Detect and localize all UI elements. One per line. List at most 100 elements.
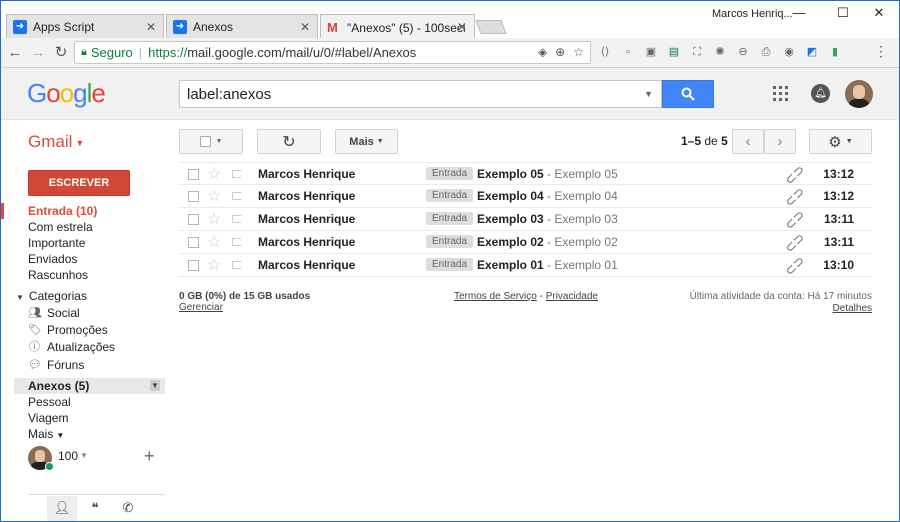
star-icon[interactable]: ☆ — [207, 255, 221, 275]
new-tab-button[interactable] — [475, 20, 507, 34]
zoom-icon[interactable]: ⊕ — [555, 45, 565, 59]
screenshot-icon[interactable]: ⛶ — [690, 45, 704, 59]
message-subject: Exemplo 01 - Exemplo 01 — [477, 258, 618, 272]
search-button[interactable] — [662, 80, 714, 108]
table-row[interactable]: ☆ Marcos Henrique Entrada Exemplo 03 - E… — [179, 207, 872, 233]
sidebar-item-important[interactable]: Importante — [28, 236, 85, 250]
table-row[interactable]: ☆ Marcos Henrique Entrada Exemplo 02 - E… — [179, 230, 872, 256]
importance-marker-icon[interactable] — [232, 261, 244, 269]
forward-arrow-icon[interactable]: → — [29, 44, 47, 62]
lock-icon: 🔒︎ — [81, 46, 87, 58]
terms-link[interactable]: Termos de Serviço — [454, 291, 537, 302]
importance-marker-icon[interactable] — [232, 192, 244, 200]
extension-icon[interactable]: ▣ — [644, 45, 658, 59]
sidebar-item-personal[interactable]: Pessoal — [28, 395, 71, 409]
sidebar-item-travel[interactable]: Viagem — [28, 411, 68, 425]
hangouts-chat-icon[interactable]: ❝ — [80, 496, 110, 522]
compose-button[interactable]: ESCREVER — [28, 170, 130, 196]
sidebar-categories[interactable]: ▼ Categorias — [16, 289, 87, 303]
star-icon[interactable]: ☆ — [207, 186, 221, 206]
tab-apps-script[interactable]: ➜ Apps Script ✕ — [6, 14, 164, 39]
details-link[interactable]: Detalhes — [833, 303, 872, 314]
extension-icon[interactable]: ⊖ — [736, 45, 750, 59]
sidebar-item-sent[interactable]: Enviados — [28, 252, 77, 266]
minimize-icon[interactable]: — — [784, 5, 814, 20]
notifications-bell-icon[interactable]: 🔔︎ — [811, 84, 830, 103]
message-label[interactable]: Entrada — [426, 212, 474, 225]
star-icon[interactable]: ☆ — [207, 232, 221, 252]
code-icon[interactable]: ⟨⟩ — [598, 45, 612, 59]
star-icon[interactable]: ☆ — [207, 164, 221, 184]
manage-link[interactable]: Gerenciar — [179, 302, 223, 313]
message-label[interactable]: Entrada — [426, 235, 474, 248]
message-sender: Marcos Henrique — [258, 212, 356, 226]
tab-gmail[interactable]: M "Anexos" (5) - 100securit ✕ — [320, 14, 475, 40]
extension-icon[interactable]: ◩ — [805, 45, 819, 59]
more-button[interactable]: Mais ▼ — [335, 129, 398, 154]
sheet-icon[interactable]: ▤ — [667, 45, 681, 59]
extension-icon[interactable]: ▫ — [621, 45, 635, 59]
sidebar-item-starred[interactable]: Com estrela — [28, 220, 93, 234]
settings-button[interactable]: ⚙ ▼ — [809, 129, 872, 154]
table-row[interactable]: ☆ Marcos Henrique Entrada Exemplo 05 - E… — [179, 162, 872, 188]
message-label[interactable]: Entrada — [426, 189, 474, 202]
checkbox[interactable] — [188, 260, 199, 271]
pdf-icon[interactable]: ⎙ — [759, 45, 773, 59]
table-row[interactable]: ☆ Marcos Henrique Entrada Exemplo 04 - E… — [179, 184, 872, 210]
close-window-icon[interactable]: ✕ — [864, 5, 894, 21]
message-label[interactable]: Entrada — [426, 167, 474, 180]
refresh-button[interactable]: ↻ — [257, 129, 321, 154]
checkbox-icon — [199, 136, 211, 147]
checkbox[interactable] — [188, 214, 199, 225]
separator: | — [138, 45, 143, 60]
select-all-button[interactable]: ▼ — [179, 129, 243, 154]
checkbox[interactable] — [188, 237, 199, 248]
bookmark-star-icon[interactable]: ☆ — [573, 45, 584, 59]
close-icon[interactable]: ✕ — [300, 20, 310, 34]
checkbox[interactable] — [188, 191, 199, 202]
window-user[interactable]: Marcos Henriq... — [712, 8, 793, 20]
search-input[interactable]: label:anexos ▼ — [179, 80, 662, 108]
checkbox[interactable] — [188, 169, 199, 180]
extension-icon[interactable]: ✺ — [713, 45, 727, 59]
label-menu-caret-icon[interactable]: ▼ — [150, 380, 160, 391]
sidebar-item-forums[interactable]: 💬︎ Fóruns — [28, 358, 84, 372]
sidebar-item-more[interactable]: Mais ▼ — [28, 427, 64, 441]
importance-marker-icon[interactable] — [232, 215, 244, 223]
importance-marker-icon[interactable] — [232, 238, 244, 246]
sidebar-item-social[interactable]: 👥︎ Social — [28, 306, 80, 320]
table-row[interactable]: ☆ Marcos Henrique Entrada Exemplo 01 - E… — [179, 253, 872, 279]
importance-marker-icon[interactable] — [232, 170, 244, 178]
hangouts-name[interactable]: 100 — [58, 449, 78, 463]
contacts-person-icon[interactable]: 👤︎ — [47, 496, 77, 522]
close-icon[interactable]: ✕ — [457, 20, 467, 34]
next-page-button[interactable]: › — [764, 129, 796, 154]
back-arrow-icon[interactable]: ← — [6, 44, 24, 62]
sidebar-item-promotions[interactable]: 🏷︎ Promoções — [28, 323, 108, 337]
privacy-link[interactable]: Privacidade — [546, 291, 598, 302]
message-label[interactable]: Entrada — [426, 258, 474, 271]
address-bar[interactable]: 🔒︎ Seguro | https:// mail.google.com/mai… — [74, 41, 591, 64]
chevron-down-icon[interactable]: ▼ — [80, 451, 88, 460]
add-icon[interactable]: + — [144, 446, 155, 467]
google-logo[interactable]: Google — [27, 78, 106, 109]
eye-icon[interactable]: ◈ — [538, 45, 547, 59]
footer-links: Termos de Serviço - Privacidade — [454, 291, 598, 302]
star-icon[interactable]: ☆ — [207, 209, 221, 229]
extension-icon[interactable]: ▮ — [828, 45, 842, 59]
gmail-app-label[interactable]: Gmail ▼ — [28, 132, 84, 152]
search-options-caret-icon[interactable]: ▼ — [644, 89, 653, 99]
sidebar-item-inbox[interactable]: Entrada (10) — [28, 204, 97, 218]
eye-extension-icon[interactable]: ◉ — [782, 45, 796, 59]
phone-icon[interactable]: ✆ — [113, 496, 143, 522]
apps-grid-icon[interactable] — [773, 86, 788, 101]
sidebar-item-drafts[interactable]: Rascunhos — [28, 268, 88, 282]
maximize-icon[interactable]: ☐ — [828, 5, 858, 21]
tab-anexos[interactable]: ➜ Anexos ✕ — [166, 14, 318, 39]
reload-icon[interactable]: ↻ — [52, 44, 70, 62]
menu-icon[interactable]: ⋮ — [874, 43, 888, 60]
sidebar-item-updates[interactable]: ⓘ Atualizações — [28, 340, 115, 354]
prev-page-button[interactable]: ‹ — [732, 129, 764, 154]
avatar[interactable] — [845, 80, 873, 108]
close-icon[interactable]: ✕ — [146, 20, 156, 34]
